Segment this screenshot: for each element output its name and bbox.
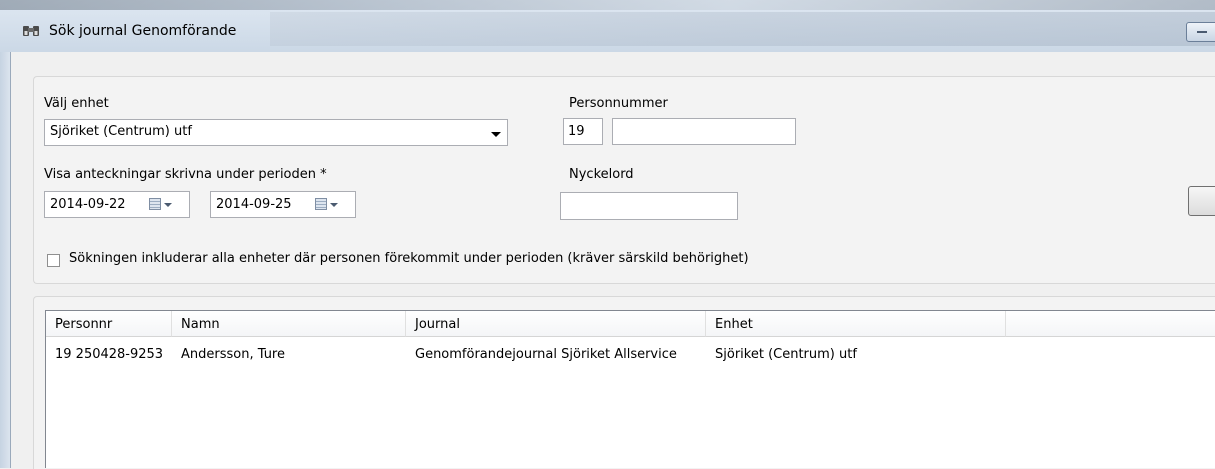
period-label: Visa anteckningar skrivna under perioden… (44, 167, 327, 182)
column-header-personnr[interactable]: Personnr (46, 311, 172, 337)
date-from-value: 2014-09-22 (50, 197, 126, 212)
window-frame-left (0, 52, 11, 468)
binoculars-icon (22, 24, 40, 38)
results-table[interactable]: Personnr Namn Journal Enhet 19 250428-92… (45, 310, 1215, 468)
column-header-filler (1006, 311, 1215, 337)
table-cell-enhet[interactable]: Sjöriket (Centrum) utf (715, 347, 857, 362)
calendar-icon[interactable] (315, 198, 327, 210)
personnummer-prefix-value: 19 (568, 124, 585, 139)
date-from-picker[interactable]: 2014-09-22 (44, 191, 190, 218)
chevron-down-icon (491, 132, 501, 137)
keyword-label: Nyckelord (569, 167, 634, 182)
unit-select-value: Sjöriket (Centrum) utf (50, 124, 192, 139)
personnummer-field[interactable] (612, 118, 796, 145)
include-all-units-checkbox[interactable] (47, 254, 60, 267)
dialog-content: Välj enhet Sjöriket (Centrum) utf Person… (11, 52, 1215, 469)
background-toolbar-ghost (270, 12, 1215, 46)
column-header-journal[interactable]: Journal (406, 311, 706, 337)
column-header-enhet[interactable]: Enhet (706, 311, 1006, 337)
include-all-units-label: Sökningen inkluderar alla enheter där pe… (69, 251, 749, 266)
unit-label: Välj enhet (44, 96, 109, 111)
minimize-button[interactable] (1186, 22, 1215, 42)
column-header-namn[interactable]: Namn (172, 311, 406, 337)
chevron-down-icon[interactable] (330, 203, 338, 207)
background-app-strip (0, 0, 1215, 10)
window-title: Sök journal Genomförande (49, 23, 237, 39)
chevron-down-icon[interactable] (164, 203, 172, 207)
calendar-icon[interactable] (149, 198, 161, 210)
window-titlebar: Sök journal Genomförande (0, 0, 1215, 52)
date-to-value: 2014-09-25 (216, 197, 292, 212)
personnummer-label: Personnummer (569, 96, 668, 111)
table-cell-personnr[interactable]: 19 250428-9253 (55, 347, 163, 362)
personnummer-prefix-field[interactable]: 19 (563, 118, 603, 145)
unit-select[interactable]: Sjöriket (Centrum) utf (44, 119, 508, 146)
keyword-field[interactable] (560, 192, 738, 220)
table-cell-journal[interactable]: Genomförandejournal Sjöriket Allservice (415, 347, 677, 362)
table-cell-namn[interactable]: Andersson, Ture (181, 347, 285, 362)
search-button[interactable] (1188, 186, 1215, 216)
date-to-picker[interactable]: 2014-09-25 (210, 191, 356, 218)
